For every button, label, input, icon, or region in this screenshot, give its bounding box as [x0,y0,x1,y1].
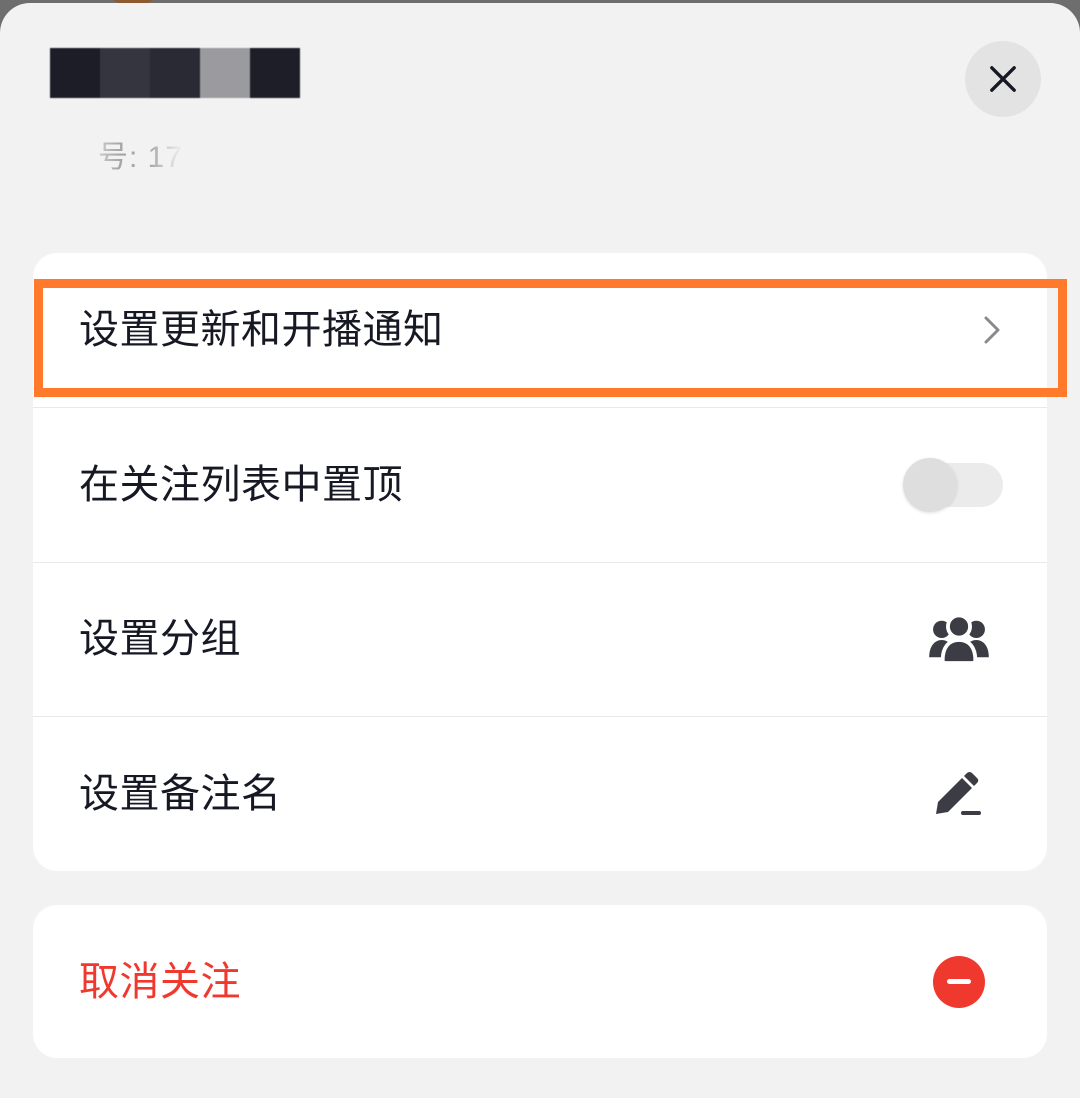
pencil-icon [936,772,981,816]
unfollow-label: 取消关注 [79,959,241,1004]
settings-row-label: 在关注列表中置顶 [79,462,403,507]
settings-row-group[interactable]: 设置分组 [33,561,1047,717]
settings-row-label: 设置更新和开播通知 [79,307,444,352]
settings-card: 设置更新和开播通知 在关注列表中置顶 设置分组 设置备注名 [33,253,1047,871]
settings-row-notifications[interactable]: 设置更新和开播通知 [33,253,1047,407]
close-icon [990,66,1016,92]
pin-top-toggle[interactable] [903,457,1003,512]
group-icon [929,614,989,665]
settings-row-pin-top[interactable]: 在关注列表中置顶 [33,406,1047,562]
settings-row-label: 设置备注名 [79,772,282,817]
account-id-text: 号: 17 [98,141,184,174]
chevron-right-icon [984,316,1000,344]
minus-circle-icon [933,955,985,1008]
minus-bar [947,979,971,984]
close-button[interactable] [965,41,1041,117]
unfollow-card: 取消关注 [33,905,1047,1058]
unfollow-button[interactable]: 取消关注 [33,905,1047,1058]
toggle-knob [903,457,957,512]
settings-row-remark-name[interactable]: 设置备注名 [33,716,1047,871]
username-redacted [50,48,300,98]
settings-row-label: 设置分组 [79,617,241,662]
bottom-sheet: 号: 17 设置更新和开播通知 在关注列表中置顶 设置分组 设置备注名 取消关注 [0,3,1080,1098]
